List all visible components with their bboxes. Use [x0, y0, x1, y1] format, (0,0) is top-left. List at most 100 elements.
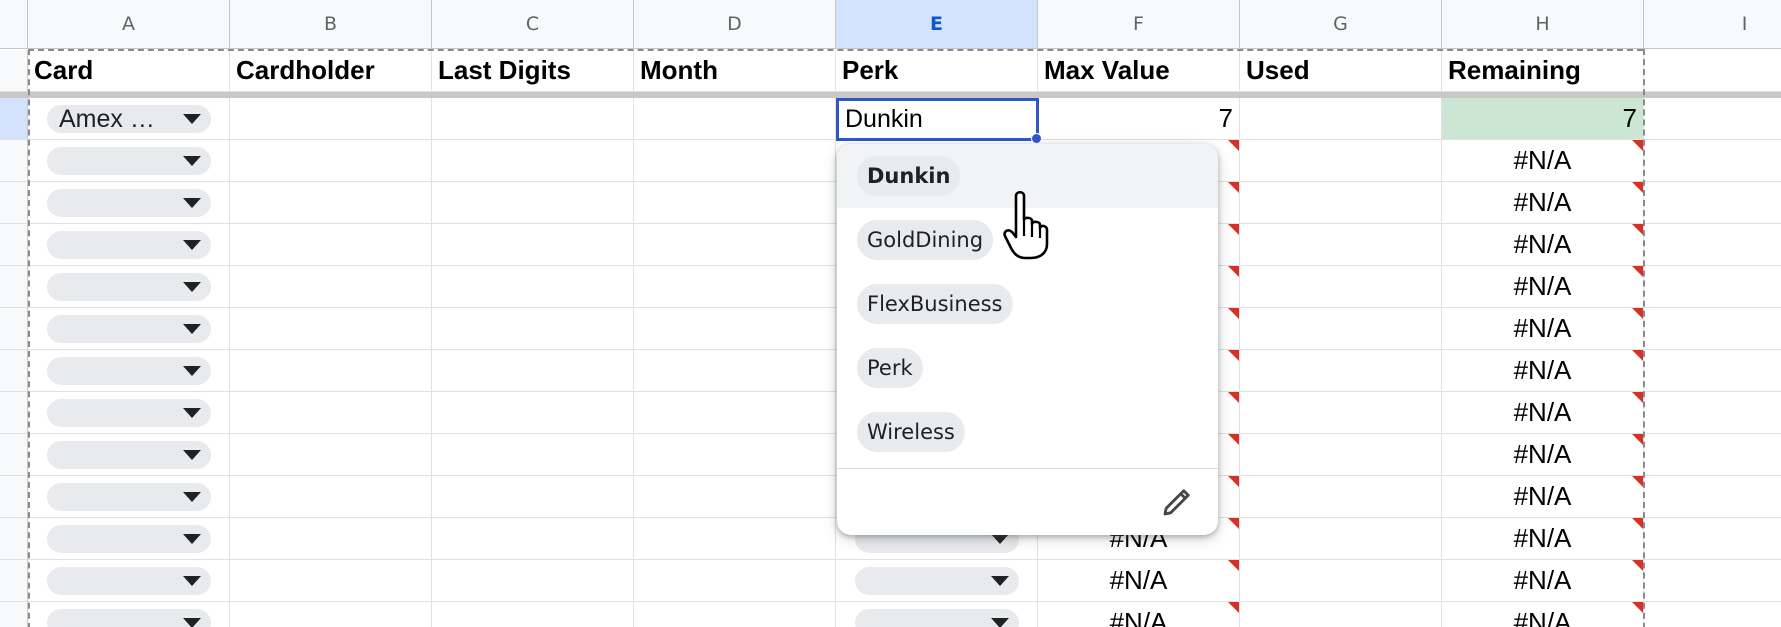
- cell-h7[interactable]: #N/A: [1442, 308, 1644, 350]
- card-dropdown-chip-empty[interactable]: [47, 273, 211, 301]
- cell-d3[interactable]: [634, 140, 836, 182]
- cell-g7[interactable]: [1240, 308, 1442, 350]
- header-cell-e[interactable]: Perk: [836, 50, 1038, 92]
- card-dropdown-chip-empty[interactable]: [47, 147, 211, 175]
- fill-handle[interactable]: [1031, 133, 1042, 144]
- row-header-8[interactable]: [0, 350, 28, 392]
- cell-b6[interactable]: [230, 266, 432, 308]
- column-header-g[interactable]: G: [1240, 0, 1442, 49]
- cell-h12[interactable]: #N/A: [1442, 518, 1644, 560]
- column-header-f[interactable]: F: [1038, 0, 1240, 49]
- cell-g11[interactable]: [1240, 476, 1442, 518]
- cell-i4[interactable]: [1644, 182, 1781, 224]
- row-header-14[interactable]: [0, 602, 28, 627]
- cell-d7[interactable]: [634, 308, 836, 350]
- row-header-12[interactable]: [0, 518, 28, 560]
- cell-d5[interactable]: [634, 224, 836, 266]
- cell-c4[interactable]: [432, 182, 634, 224]
- column-header-e[interactable]: E: [836, 0, 1038, 49]
- row-header-5[interactable]: [0, 224, 28, 266]
- cell-h10[interactable]: #N/A: [1442, 434, 1644, 476]
- cell-i5[interactable]: [1644, 224, 1781, 266]
- row-header-4[interactable]: [0, 182, 28, 224]
- row-header-2[interactable]: [0, 98, 28, 140]
- cell-c2[interactable]: [432, 98, 634, 140]
- cell-h11[interactable]: #N/A: [1442, 476, 1644, 518]
- card-dropdown-chip-empty[interactable]: [47, 231, 211, 259]
- cell-i6[interactable]: [1644, 266, 1781, 308]
- cell-g10[interactable]: [1240, 434, 1442, 476]
- cell-b5[interactable]: [230, 224, 432, 266]
- cell-i9[interactable]: [1644, 392, 1781, 434]
- cell-c8[interactable]: [432, 350, 634, 392]
- header-cell-c[interactable]: Last Digits: [432, 50, 634, 92]
- cell-b9[interactable]: [230, 392, 432, 434]
- cell-f13[interactable]: #N/A: [1038, 560, 1240, 602]
- cell-g14[interactable]: [1240, 602, 1442, 627]
- card-dropdown-chip-empty[interactable]: [47, 609, 211, 627]
- column-header-d[interactable]: D: [634, 0, 836, 49]
- cell-c5[interactable]: [432, 224, 634, 266]
- card-dropdown-chip[interactable]: Amex …: [47, 105, 211, 133]
- cell-g9[interactable]: [1240, 392, 1442, 434]
- card-dropdown-chip-empty[interactable]: [47, 315, 211, 343]
- row-header-11[interactable]: [0, 476, 28, 518]
- cell-d6[interactable]: [634, 266, 836, 308]
- pencil-icon[interactable]: [1159, 484, 1195, 520]
- row-header-10[interactable]: [0, 434, 28, 476]
- cell-d4[interactable]: [634, 182, 836, 224]
- cell-g8[interactable]: [1240, 350, 1442, 392]
- cell-c12[interactable]: [432, 518, 634, 560]
- column-header-i[interactable]: I: [1644, 0, 1781, 49]
- cell-g4[interactable]: [1240, 182, 1442, 224]
- cell-b3[interactable]: [230, 140, 432, 182]
- cell-d8[interactable]: [634, 350, 836, 392]
- cell-b7[interactable]: [230, 308, 432, 350]
- cell-i2[interactable]: [1644, 98, 1781, 140]
- column-header-a[interactable]: A: [28, 0, 230, 49]
- column-header-h[interactable]: H: [1442, 0, 1644, 49]
- cell-i10[interactable]: [1644, 434, 1781, 476]
- cell-c3[interactable]: [432, 140, 634, 182]
- cell-b11[interactable]: [230, 476, 432, 518]
- cell-b14[interactable]: [230, 602, 432, 627]
- card-dropdown-chip-empty[interactable]: [47, 399, 211, 427]
- cell-h13[interactable]: #N/A: [1442, 560, 1644, 602]
- cell-d13[interactable]: [634, 560, 836, 602]
- cell-g2[interactable]: [1240, 98, 1442, 140]
- perk-option-perk[interactable]: Perk: [837, 336, 1218, 400]
- cell-h3[interactable]: #N/A: [1442, 140, 1644, 182]
- cell-h9[interactable]: #N/A: [1442, 392, 1644, 434]
- cell-c6[interactable]: [432, 266, 634, 308]
- card-dropdown-chip-empty[interactable]: [47, 189, 211, 217]
- card-dropdown-chip-empty[interactable]: [47, 483, 211, 511]
- cell-i14[interactable]: [1644, 602, 1781, 627]
- card-dropdown-chip-empty[interactable]: [47, 525, 211, 553]
- cell-i8[interactable]: [1644, 350, 1781, 392]
- cell-b2[interactable]: [230, 98, 432, 140]
- column-header-b[interactable]: B: [230, 0, 432, 49]
- header-cell-d[interactable]: Month: [634, 50, 836, 92]
- perk-option-wireless[interactable]: Wireless: [837, 400, 1218, 464]
- cell-b10[interactable]: [230, 434, 432, 476]
- cell-h2[interactable]: 7: [1442, 98, 1644, 140]
- row-header-9[interactable]: [0, 392, 28, 434]
- cell-h5[interactable]: #N/A: [1442, 224, 1644, 266]
- cell-c7[interactable]: [432, 308, 634, 350]
- cell-b13[interactable]: [230, 560, 432, 602]
- column-header-c[interactable]: C: [432, 0, 634, 49]
- cell-b12[interactable]: [230, 518, 432, 560]
- cell-g5[interactable]: [1240, 224, 1442, 266]
- cell-f2[interactable]: 7: [1038, 98, 1240, 140]
- perk-dropdown-chip-empty[interactable]: [855, 609, 1019, 627]
- select-all-corner[interactable]: [0, 0, 28, 49]
- header-cell-h[interactable]: Remaining: [1442, 50, 1644, 92]
- cell-c14[interactable]: [432, 602, 634, 627]
- cell-c11[interactable]: [432, 476, 634, 518]
- cell-i7[interactable]: [1644, 308, 1781, 350]
- cell-c9[interactable]: [432, 392, 634, 434]
- cell-b4[interactable]: [230, 182, 432, 224]
- row-header-1[interactable]: [0, 50, 28, 92]
- cell-i11[interactable]: [1644, 476, 1781, 518]
- cell-b8[interactable]: [230, 350, 432, 392]
